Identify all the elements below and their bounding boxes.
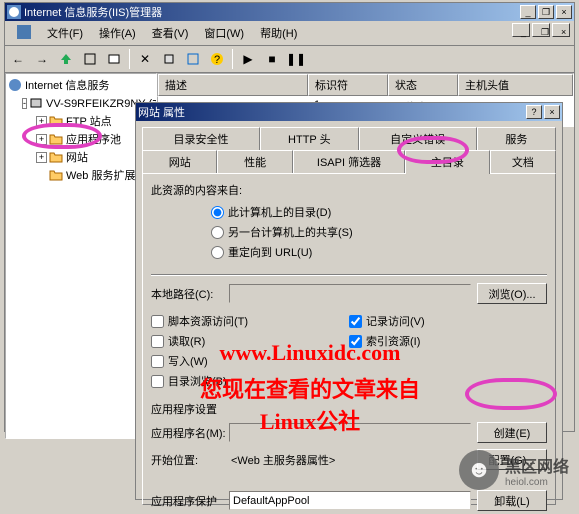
create-button[interactable]: 创建(E) <box>477 422 547 443</box>
col-status[interactable]: 状态 <box>388 74 458 96</box>
watermark-icon: ☻ <box>459 450 499 490</box>
tab-homedir[interactable]: 主目录 <box>405 150 490 174</box>
folder-icon <box>49 150 63 164</box>
tree-webext-label: Web 服务扩展 <box>66 167 135 183</box>
menu-action[interactable]: 操作(A) <box>91 23 144 43</box>
expand-icon[interactable]: + <box>36 152 47 163</box>
show-button[interactable] <box>79 48 101 70</box>
startpoint-value: <Web 主服务器属性> <box>229 450 471 470</box>
maximize-button[interactable]: ❐ <box>538 5 554 19</box>
menubar-icon <box>9 23 39 43</box>
expand-icon[interactable]: + <box>36 134 47 145</box>
tab-http[interactable]: HTTP 头 <box>260 127 359 150</box>
collapse-icon[interactable]: - <box>22 98 27 109</box>
menu-help[interactable]: 帮助(H) <box>252 23 305 43</box>
minimize-button[interactable]: _ <box>520 5 536 19</box>
up-button[interactable] <box>55 48 77 70</box>
dialog-help-button[interactable]: ? <box>526 105 542 119</box>
help-button[interactable]: ? <box>206 48 228 70</box>
apppool-select[interactable] <box>229 491 471 510</box>
window-title: Internet 信息服务(IIS)管理器 <box>24 4 162 20</box>
appname-input[interactable] <box>229 423 471 442</box>
tab-perf[interactable]: 性能 <box>217 150 292 173</box>
tree-ftp[interactable]: + FTP 站点 <box>8 112 154 130</box>
tab-website[interactable]: 网站 <box>142 150 217 173</box>
tab-dirsec[interactable]: 目录安全性 <box>142 127 260 150</box>
tab-docs[interactable]: 文档 <box>490 150 556 173</box>
forward-button[interactable]: → <box>31 48 53 70</box>
chk-write[interactable]: 写入(W) <box>151 351 349 371</box>
radio-local[interactable]: 此计算机上的目录(D) <box>211 202 547 222</box>
folder-icon <box>49 132 63 146</box>
folder-icon <box>49 114 63 128</box>
tab-custerr[interactable]: 自定义错误 <box>359 127 477 150</box>
menu-window[interactable]: 窗口(W) <box>196 23 252 43</box>
dialog-title: 网站 属性 <box>138 104 185 120</box>
server-icon <box>29 96 43 110</box>
start-button[interactable]: ▶ <box>237 48 259 70</box>
col-id[interactable]: 标识符 <box>308 74 388 96</box>
radio-redirect[interactable]: 重定向到 URL(U) <box>211 242 547 262</box>
watermark-sub: heiol.com <box>505 477 569 488</box>
tree-websites-label: 网站 <box>66 149 88 165</box>
tree-server[interactable]: - VV-S9RFEIKZR9NY (本地) <box>8 94 154 112</box>
tree-apppool-label: 应用程序池 <box>66 131 121 147</box>
tree-apppool[interactable]: + 应用程序池 <box>8 130 154 148</box>
delete-button[interactable]: ✕ <box>134 48 156 70</box>
chk-dirbrowse[interactable]: 目录浏览(B) <box>151 371 349 391</box>
globe-icon <box>8 78 22 92</box>
watermark-logo: ☻ 黑区网络 heiol.com <box>459 450 569 490</box>
appsettings-label: 应用程序设置 <box>151 395 547 419</box>
localpath-input[interactable] <box>229 284 471 303</box>
mdi-close-button[interactable]: × <box>552 23 570 37</box>
radio-share[interactable]: 另一台计算机上的共享(S) <box>211 222 547 242</box>
pause-button[interactable]: ❚❚ <box>285 48 307 70</box>
chk-logvisits[interactable]: 记录访问(V) <box>349 311 547 331</box>
app-icon <box>7 5 21 19</box>
tree-websites[interactable]: + 网站 <box>8 148 154 166</box>
mdi-restore-button[interactable]: ❐ <box>532 23 550 37</box>
dialog-close-button[interactable]: × <box>544 105 560 119</box>
options-button[interactable] <box>158 48 180 70</box>
list-header: 描述 标识符 状态 主机头值 <box>157 73 574 97</box>
refresh-button[interactable] <box>182 48 204 70</box>
localpath-label: 本地路径(C): <box>151 286 229 302</box>
properties-dialog: 网站 属性 ? × 目录安全性 HTTP 头 自定义错误 服务 网站 性能 IS… <box>135 102 563 500</box>
unload-button[interactable]: 卸载(L) <box>477 490 547 511</box>
chk-index[interactable]: 索引资源(I) <box>349 331 547 351</box>
browse-button[interactable]: 浏览(O)... <box>477 283 547 304</box>
tree-root-label: Internet 信息服务 <box>25 77 109 93</box>
tree-webext[interactable]: Web 服务扩展 <box>8 166 154 184</box>
tree-root[interactable]: Internet 信息服务 <box>8 76 154 94</box>
col-desc[interactable]: 描述 <box>158 74 308 96</box>
properties-button[interactable] <box>103 48 125 70</box>
tree-ftp-label: FTP 站点 <box>66 113 112 129</box>
col-host[interactable]: 主机头值 <box>458 74 573 96</box>
tab-service[interactable]: 服务 <box>477 127 556 150</box>
folder-icon <box>49 168 63 182</box>
content-source-label: 此资源的内容来自: <box>151 182 547 198</box>
apppool-label: 应用程序保护 <box>151 493 229 509</box>
chk-scriptaccess[interactable]: 脚本资源访问(T) <box>151 311 349 331</box>
close-button[interactable]: × <box>556 5 572 19</box>
appname-label: 应用程序名(M): <box>151 425 229 441</box>
back-button[interactable]: ← <box>7 48 29 70</box>
startpoint-label: 开始位置: <box>151 452 229 468</box>
svg-text:?: ? <box>214 54 220 66</box>
expand-icon[interactable]: + <box>36 116 47 127</box>
chk-read[interactable]: 读取(R) <box>151 331 349 351</box>
mdi-minimize-button[interactable]: _ <box>512 23 530 37</box>
stop-button[interactable]: ■ <box>261 48 283 70</box>
watermark-brand: 黑区网络 <box>505 453 569 477</box>
menu-view[interactable]: 查看(V) <box>144 23 197 43</box>
menu-file[interactable]: 文件(F) <box>39 23 91 43</box>
tab-isapi[interactable]: ISAPI 筛选器 <box>293 150 405 173</box>
